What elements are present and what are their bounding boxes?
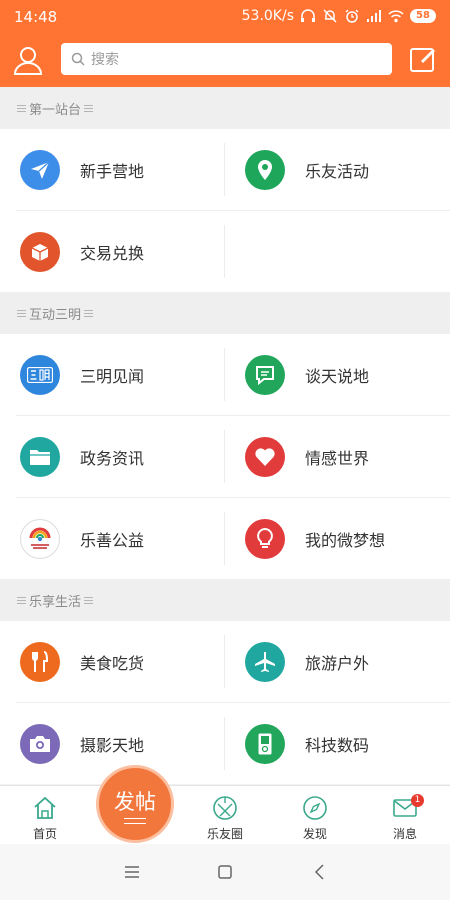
forum-item-label: 谈天说地 — [305, 366, 370, 386]
alarm-icon — [345, 9, 359, 23]
bars-icon — [84, 596, 94, 604]
forum-item[interactable]: 情感世界 — [225, 416, 450, 497]
forum-item[interactable]: 政务资讯 — [0, 416, 225, 497]
location-pin-icon — [245, 149, 285, 190]
tab-discover[interactable]: 发现 — [275, 786, 355, 845]
forum-item[interactable]: 谈天说地 — [225, 334, 450, 415]
device-icon — [245, 723, 285, 764]
heart-icon — [245, 436, 285, 477]
menu-icon[interactable] — [122, 862, 142, 882]
forum-item[interactable]: 旅游户外 — [225, 621, 450, 702]
forum-item-label: 交易兑换 — [80, 243, 145, 263]
top-header: 14:48 53.0K/s 58 搜索 — [0, 0, 450, 87]
forum-item[interactable]: 新手营地 — [0, 129, 225, 210]
forum-item[interactable]: 美食吃货 — [0, 621, 225, 702]
lightbulb-icon — [245, 518, 285, 559]
post-button[interactable]: 发帖 — [96, 765, 174, 843]
bars-icon — [84, 309, 94, 317]
forum-item-label: 情感世界 — [305, 448, 370, 468]
network-speed: 53.0K/s — [241, 8, 294, 24]
bars-icon — [17, 596, 26, 604]
search-icon — [71, 52, 85, 66]
search-placeholder: 搜索 — [91, 52, 119, 68]
empty-cell — [225, 211, 450, 292]
forum-item[interactable]: 我的微梦想 — [225, 498, 450, 579]
tab-circle[interactable]: 乐友圈 — [185, 786, 265, 845]
compass-icon — [303, 796, 327, 820]
section-grid: 新手营地 乐友活动 交易兑换 — [0, 129, 450, 292]
forum-item[interactable]: 三明见闻 — [0, 334, 225, 415]
bars-icon — [84, 104, 94, 112]
forum-list: 第一站台 新手营地 乐友活动 交易兑换 互动三明 三明见闻 谈天说地 政务资讯 … — [0, 87, 450, 785]
chat-bubble-icon — [245, 354, 285, 395]
mute-bell-icon — [323, 9, 337, 23]
tab-label: 首页 — [32, 827, 57, 841]
tab-label: 消息 — [392, 827, 417, 841]
forum-item-label: 科技数码 — [305, 735, 370, 755]
forum-item-label: 政务资讯 — [80, 448, 145, 468]
status-indicators: 53.0K/s 58 — [242, 8, 436, 24]
forum-item-label: 三明见闻 — [80, 366, 145, 386]
lines-icon — [124, 818, 146, 824]
sanming-icon — [20, 354, 60, 395]
app-toolbar: 搜索 — [0, 34, 450, 87]
tab-messages[interactable]: 消息 1 — [365, 786, 445, 845]
unread-badge: 1 — [411, 794, 424, 807]
forum-item-label: 新手营地 — [80, 161, 145, 181]
tab-label: 发现 — [302, 827, 327, 841]
forum-item[interactable]: 乐善公益 — [0, 498, 225, 579]
compose-icon[interactable] — [408, 44, 438, 74]
section-title: 互动三明 — [29, 307, 82, 323]
section-title: 第一站台 — [29, 102, 82, 118]
paper-plane-icon — [20, 149, 60, 190]
tab-label: 乐友圈 — [206, 827, 243, 841]
forum-item-label: 旅游户外 — [305, 653, 370, 673]
headset-icon — [301, 9, 315, 22]
tab-home[interactable]: 首页 — [5, 786, 85, 845]
circle-community-icon — [213, 796, 237, 820]
battery-indicator: 58 — [410, 9, 436, 23]
user-profile-icon[interactable] — [12, 44, 44, 76]
folder-icon — [20, 436, 60, 477]
airplane-icon — [245, 641, 285, 682]
forum-item[interactable]: 乐友活动 — [225, 129, 450, 210]
forum-item-label: 摄影天地 — [80, 735, 145, 755]
system-nav-bar — [0, 844, 450, 900]
forum-item[interactable]: 交易兑换 — [0, 211, 225, 292]
forum-item-label: 我的微梦想 — [305, 530, 386, 550]
home-square-icon[interactable] — [215, 862, 235, 882]
fork-knife-icon — [20, 641, 60, 682]
section-grid: 美食吃货 旅游户外 摄影天地 科技数码 — [0, 621, 450, 784]
section-grid: 三明见闻 谈天说地 政务资讯 情感世界 乐善公益 我的微梦想 — [0, 334, 450, 579]
signal-icon — [367, 10, 381, 22]
back-icon[interactable] — [310, 862, 330, 882]
status-bar: 14:48 53.0K/s 58 — [0, 0, 450, 34]
camera-icon — [20, 723, 60, 764]
search-input[interactable]: 搜索 — [61, 43, 392, 75]
forum-item-label: 乐善公益 — [80, 530, 145, 550]
section-header: 乐享生活 — [0, 579, 450, 621]
bars-icon — [17, 309, 26, 317]
wifi-icon — [388, 10, 404, 23]
box-icon — [20, 231, 60, 272]
section-title: 乐享生活 — [29, 594, 82, 610]
bars-icon — [17, 104, 26, 112]
forum-item[interactable]: 科技数码 — [225, 703, 450, 784]
section-header: 互动三明 — [0, 292, 450, 334]
bottom-tab-bar: 首页 乐友圈 发现 消息 1 — [0, 785, 450, 844]
post-button-label: 发帖 — [114, 790, 156, 814]
home-icon — [34, 796, 56, 819]
charity-logo-icon — [20, 518, 60, 559]
forum-item-label: 美食吃货 — [80, 653, 145, 673]
forum-item-label: 乐友活动 — [305, 161, 370, 181]
section-header: 第一站台 — [0, 87, 450, 129]
status-time: 14:48 — [14, 8, 58, 26]
